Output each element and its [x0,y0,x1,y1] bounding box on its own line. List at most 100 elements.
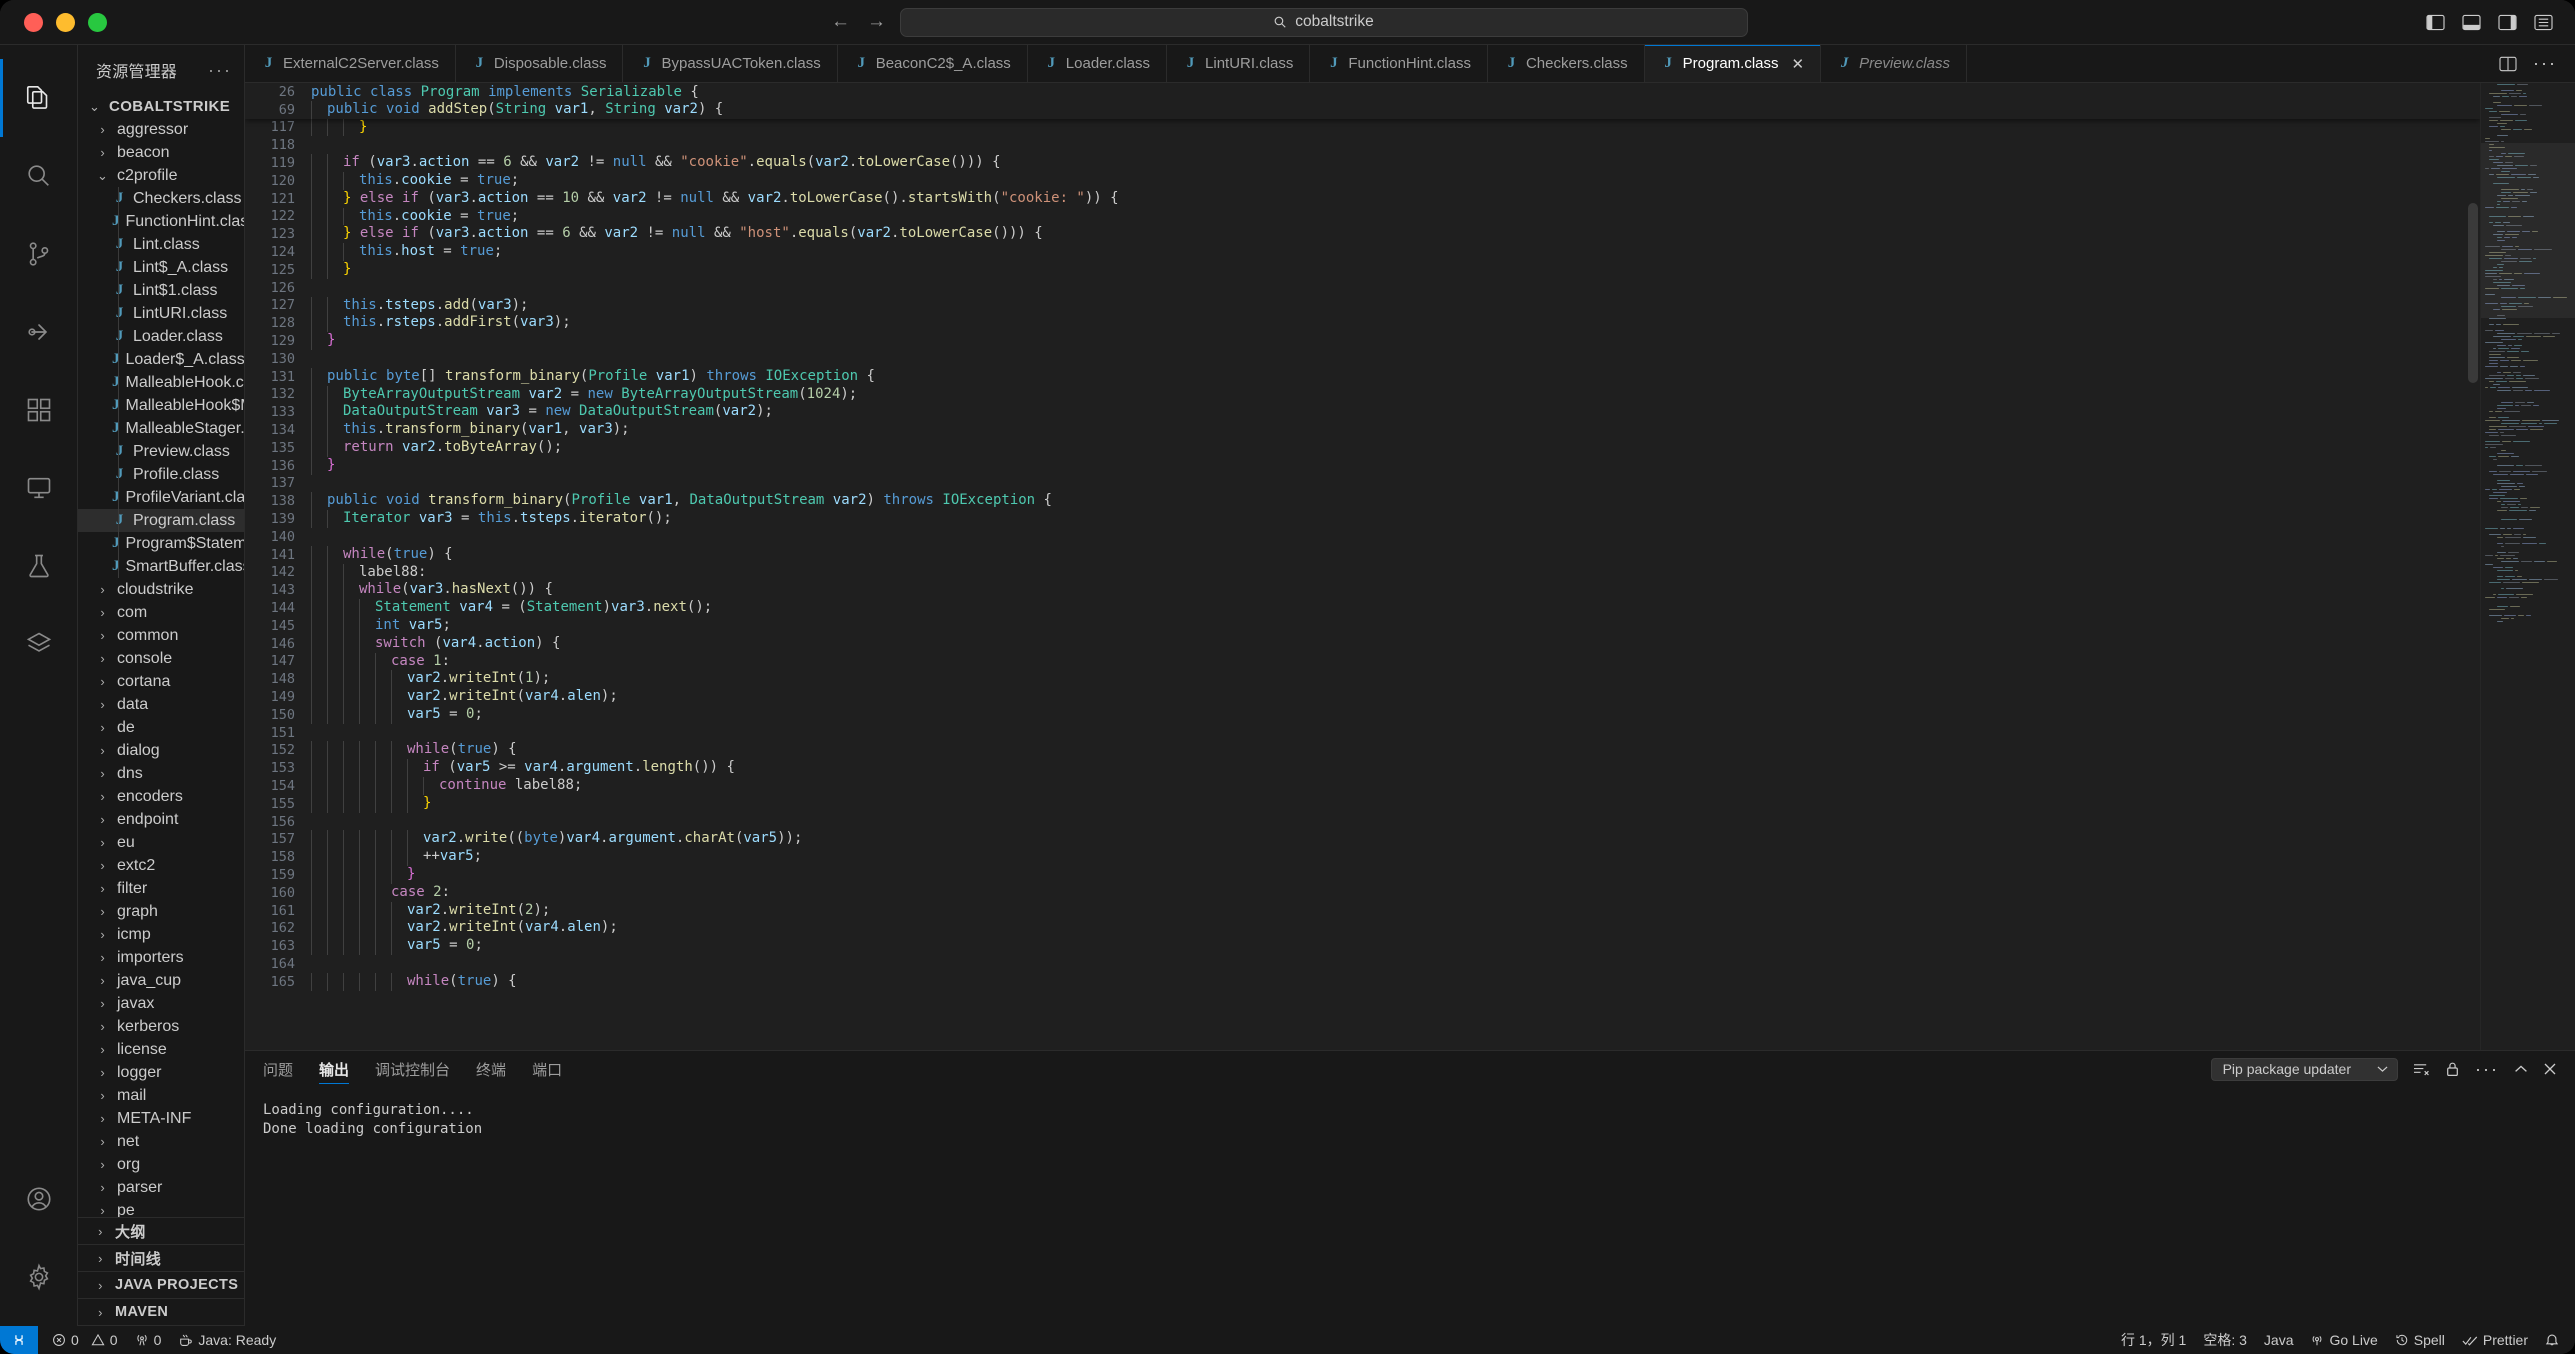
activity-remote-explorer[interactable] [0,449,78,527]
close-window-button[interactable] [24,13,43,32]
tree-file-item[interactable]: JLintURI.class [78,302,244,325]
tree-folder-item[interactable]: ›dns [78,762,244,785]
tree-file-item[interactable]: JProfileVariant.class [78,486,244,509]
indentation-status[interactable]: 空格: 3 [2203,1330,2247,1350]
tree-folder-item[interactable]: ›aggressor [78,118,244,141]
panel-tab[interactable]: 终端 [476,1051,506,1087]
go-live-status[interactable]: Go Live [2310,1332,2377,1348]
panel-tab[interactable]: 端口 [532,1051,562,1087]
sidebar-panel-MAVEN[interactable]: ›MAVEN [78,1299,244,1326]
editor-tab[interactable]: JLintURI.class [1167,45,1310,82]
tree-folder-item[interactable]: ›importers [78,946,244,969]
tree-folder-item[interactable]: ›dialog [78,739,244,762]
tree-folder-item[interactable]: ›eu [78,831,244,854]
tree-file-item[interactable]: JSmartBuffer.class [78,555,244,578]
close-panel-icon[interactable] [2543,1062,2557,1076]
sidebar-panel-时间线[interactable]: ›时间线 [78,1245,244,1272]
minimize-window-button[interactable] [56,13,75,32]
sidebar-more-actions[interactable]: ··· [208,60,232,81]
tree-folder-item[interactable]: ›kerberos [78,1015,244,1038]
tree-folder-item[interactable]: ›net [78,1130,244,1153]
tree-file-item[interactable]: JLint$1.class [78,279,244,302]
editor-minimap[interactable] [2480,83,2575,1050]
tree-folder-item[interactable]: ›console [78,647,244,670]
tree-file-item[interactable]: JProgram.class [78,509,244,532]
tree-folder-item[interactable]: ›com [78,601,244,624]
editor-tabs[interactable]: JExternalC2Server.classJDisposable.class… [245,45,2481,82]
tree-folder-item[interactable]: ›pe [78,1199,244,1217]
lock-icon[interactable] [2445,1061,2460,1077]
editor-tab[interactable]: JProgram.class✕ [1645,45,1821,82]
tree-folder-item[interactable]: ›encoders [78,785,244,808]
radio-tower-status[interactable]: 0 [135,1332,162,1348]
tree-folder-item[interactable]: ›META-INF [78,1107,244,1130]
tree-file-item[interactable]: JProgram$Statement.class [78,532,244,555]
tree-folder-item[interactable]: ›javax [78,992,244,1015]
tree-folder-item[interactable]: ›license [78,1038,244,1061]
tree-folder-item[interactable]: ›org [78,1153,244,1176]
panel-tab[interactable]: 调试控制台 [375,1051,450,1087]
output-channel-select[interactable]: Pip package updater [2211,1058,2398,1081]
tree-file-item[interactable]: JMalleableHook.class [78,371,244,394]
tree-file-item[interactable]: JPreview.class [78,440,244,463]
tree-folder-item[interactable]: ›endpoint [78,808,244,831]
activity-maven[interactable] [0,605,78,683]
clear-output-icon[interactable] [2413,1062,2430,1077]
editor-tab[interactable]: JPreview.class [1821,45,1967,82]
editor-tab[interactable]: JCheckers.class [1488,45,1645,82]
code-editor[interactable]: 117}118119if (var3.action == 6 && var2 !… [245,83,2575,1050]
chevron-up-icon[interactable] [2514,1064,2528,1075]
split-editor-icon[interactable] [2499,56,2517,72]
editor-tab[interactable]: JDisposable.class [456,45,624,82]
java-status[interactable]: Java: Ready [178,1332,276,1348]
tree-file-item[interactable]: JMalleableHook$MyHook.class [78,394,244,417]
toggle-panel-icon[interactable] [2462,14,2481,31]
tree-file-item[interactable]: JLint$_A.class [78,256,244,279]
tree-file-item[interactable]: JLoader$_A.class [78,348,244,371]
editor-tab[interactable]: JExternalC2Server.class [245,45,456,82]
editor-tab[interactable]: JLoader.class [1028,45,1167,82]
editor-scrollbar[interactable] [2466,83,2480,1050]
spell-status[interactable]: Spell [2395,1332,2445,1348]
tree-file-item[interactable]: JMalleableStager.class [78,417,244,440]
file-tree[interactable]: ⌄COBALTSTRIKE›aggressor›beacon⌄c2profile… [78,95,244,1217]
tree-folder-item[interactable]: ›common [78,624,244,647]
minimap-viewport-slider[interactable] [2481,143,2575,318]
tree-file-item[interactable]: JFunctionHint.class [78,210,244,233]
activity-run-and-debug[interactable] [0,293,78,371]
tree-folder-item[interactable]: ›cloudstrike [78,578,244,601]
cursor-position[interactable]: 行 1，列 1 [2121,1330,2186,1350]
activity-extensions[interactable] [0,371,78,449]
panel-tab[interactable]: 输出 [319,1051,349,1087]
tree-folder-item[interactable]: ›data [78,693,244,716]
language-mode[interactable]: Java [2264,1332,2294,1348]
panel-more-actions[interactable]: ··· [2475,1059,2499,1080]
tree-folder-item[interactable]: ›icmp [78,923,244,946]
editor-tab[interactable]: JFunctionHint.class [1310,45,1488,82]
tree-file-item[interactable]: JProfile.class [78,463,244,486]
tree-folder-item[interactable]: ›de [78,716,244,739]
activity-search[interactable] [0,137,78,215]
problems-status[interactable]: 0 0 [52,1332,118,1348]
maximize-window-button[interactable] [88,13,107,32]
toggle-primary-sidebar-icon[interactable] [2426,14,2445,31]
forward-button[interactable]: → [864,9,890,35]
activity-testing[interactable] [0,527,78,605]
tree-folder-item[interactable]: ›cortana [78,670,244,693]
tree-file-item[interactable]: JCheckers.class [78,187,244,210]
activity-source-control[interactable] [0,215,78,293]
prettier-status[interactable]: Prettier [2462,1332,2528,1348]
customize-layout-icon[interactable] [2534,14,2553,31]
panel-tab[interactable]: 问题 [263,1051,293,1087]
command-center-search[interactable]: cobaltstrike [900,8,1748,37]
activity-explorer[interactable] [0,59,78,137]
editor-more-actions[interactable]: ··· [2533,53,2557,74]
tree-file-item[interactable]: JLoader.class [78,325,244,348]
bell-icon[interactable] [2545,1333,2559,1348]
tree-folder-item[interactable]: ⌄c2profile [78,164,244,187]
code-viewport[interactable]: 117}118119if (var3.action == 6 && var2 !… [245,83,2480,1050]
tree-folder-item[interactable]: ›graph [78,900,244,923]
tree-folder-item[interactable]: ›mail [78,1084,244,1107]
tree-folder-item[interactable]: ›filter [78,877,244,900]
tree-folder-item[interactable]: ›beacon [78,141,244,164]
